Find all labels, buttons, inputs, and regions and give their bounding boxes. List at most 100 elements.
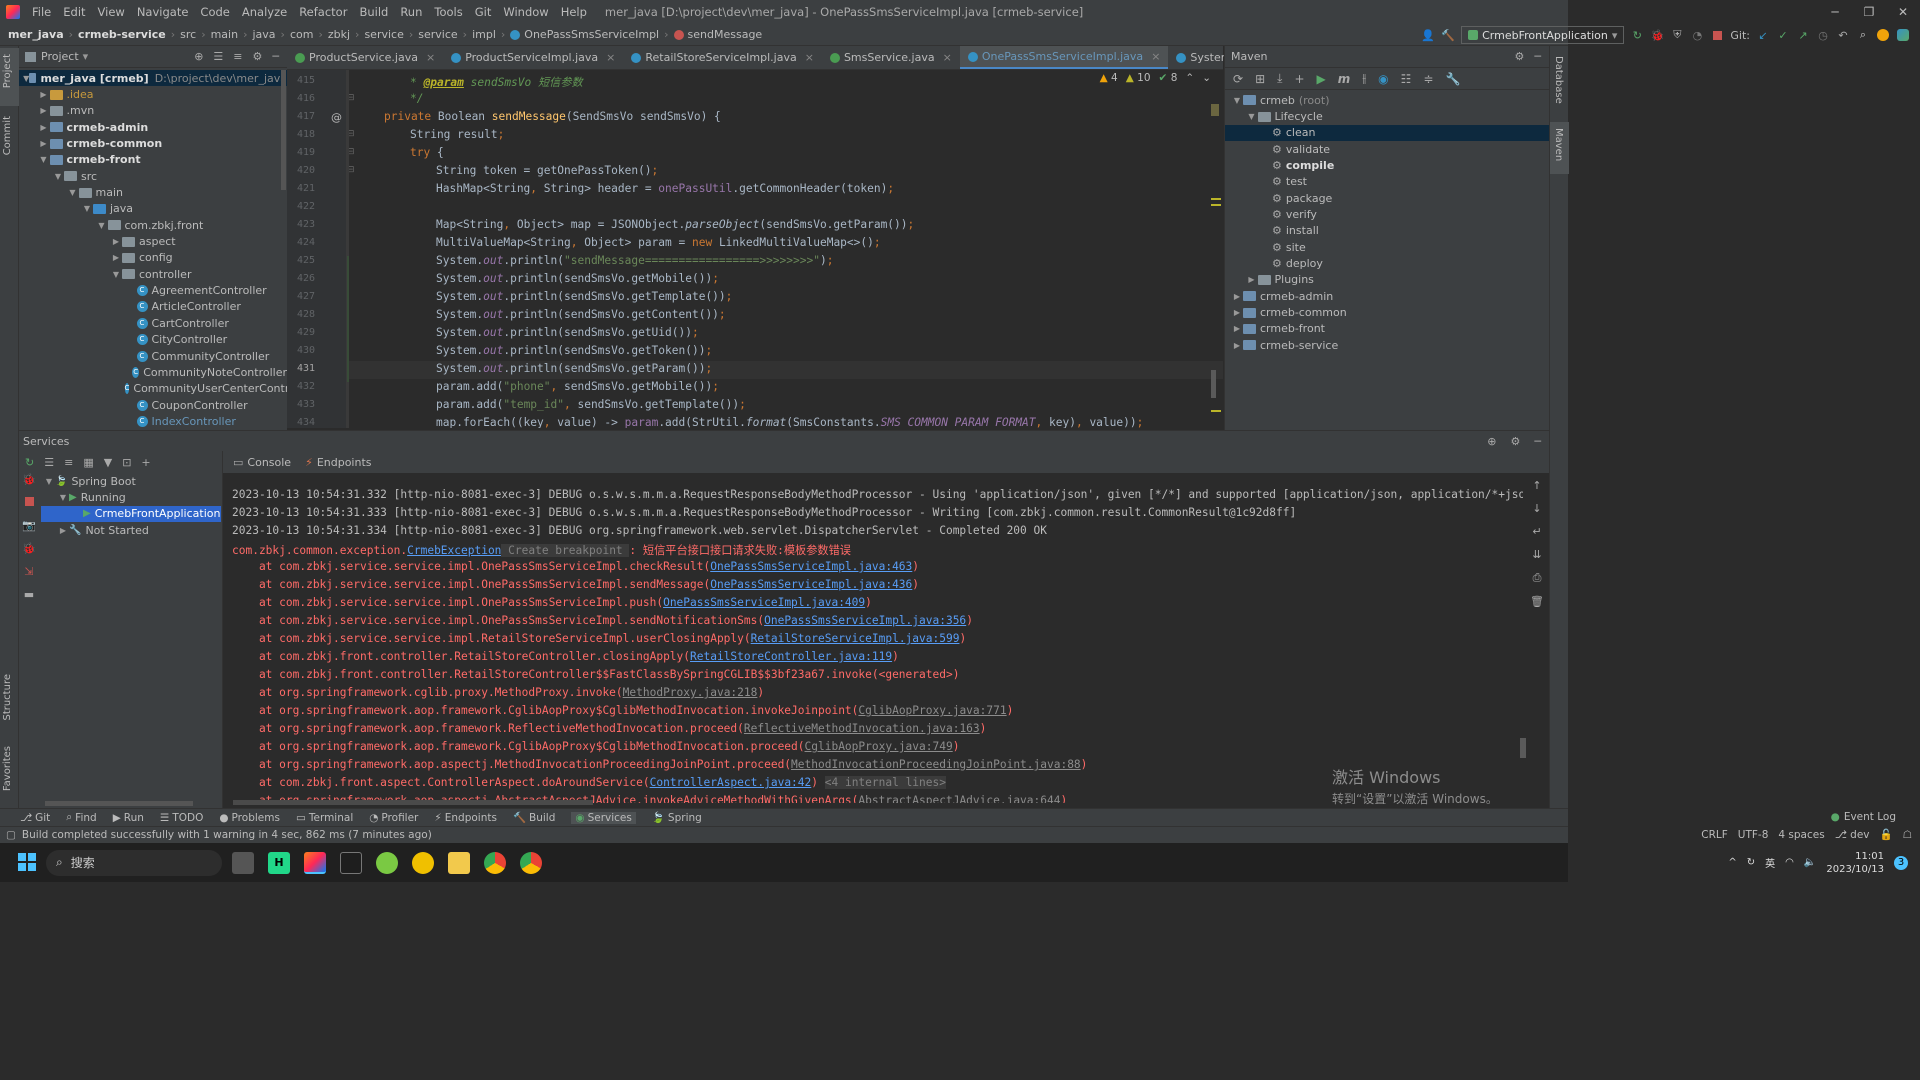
camera-icon[interactable]: 📷 <box>22 519 36 532</box>
maven-tool-tab[interactable]: Maven <box>1553 128 1564 161</box>
taskbar-search[interactable]: ⌕ 搜索 <box>46 849 222 876</box>
inspection-widget[interactable]: ▲ 4 ▲ 10 ✔ 8 ⌃ ⌄ <box>1100 72 1211 84</box>
skip-tests-icon[interactable]: ◉ <box>1378 72 1388 86</box>
volume-icon[interactable]: 🔈 <box>1804 857 1816 868</box>
git-update-icon[interactable]: ↙ <box>1756 28 1770 42</box>
source-link[interactable]: MethodProxy.java:218 <box>623 686 758 699</box>
chevron-right-icon[interactable]: ▶ <box>110 237 122 246</box>
tool-window-endpoints[interactable]: ⚡ Endpoints <box>434 812 497 824</box>
line-separator[interactable]: CRLF <box>1701 829 1728 841</box>
project-tree-item[interactable]: C IndexController <box>19 413 287 429</box>
breadcrumb-item[interactable]: main › <box>211 28 253 41</box>
gear-icon[interactable]: ⚙ <box>253 50 263 63</box>
source-link[interactable]: OnePassSmsServiceImpl.java:409 <box>663 596 865 609</box>
tool-window-profiler[interactable]: ◔ Profiler <box>369 812 418 824</box>
maven-tree-item[interactable]: ⚙ install <box>1225 223 1549 239</box>
gear-icon[interactable]: ⚙ <box>1511 435 1521 448</box>
show-dependencies-icon[interactable]: ☷ <box>1401 72 1412 86</box>
chevron-right-icon[interactable]: ▶ <box>110 253 122 262</box>
scrollbar[interactable] <box>1520 738 1526 758</box>
tool-window-find[interactable]: ⌕ Find <box>66 811 96 824</box>
close-icon[interactable]: × <box>1151 50 1160 63</box>
code-editor[interactable]: 415 416 417 418 419 420 421 422 423 424 425 426 427 4… <box>287 70 1223 428</box>
chevron-down-icon[interactable]: ▼ <box>52 172 64 181</box>
jetbrains-icon[interactable] <box>1896 28 1910 42</box>
tab-smsservice[interactable]: SmsService.java × <box>822 46 960 69</box>
chevron-right-icon[interactable]: ▶ <box>38 106 50 115</box>
tab-productserviceimpl[interactable]: ProductServiceImpl.java × <box>443 46 623 69</box>
status-square-icon[interactable]: ▢ <box>6 829 16 841</box>
project-tree-item[interactable]: ▼ main <box>19 184 287 200</box>
update-icon[interactable] <box>1876 28 1890 42</box>
rerun-icon[interactable]: ↻ <box>1630 28 1644 42</box>
favorites-tool-tab[interactable]: Favorites <box>2 746 13 791</box>
hide-icon[interactable]: ─ <box>1534 50 1541 63</box>
menu-tools[interactable]: Tools <box>428 5 468 19</box>
chevron-down-icon[interactable]: ▼ <box>96 221 108 230</box>
project-panel-title[interactable]: Project <box>41 50 79 63</box>
source-link[interactable]: RetailStoreServiceImpl.java:599 <box>751 632 960 645</box>
maven-tree-item[interactable]: ▶ crmeb-common <box>1225 304 1549 320</box>
project-tree-item[interactable]: ▼ controller <box>19 266 287 282</box>
locate-icon[interactable]: ⊕ <box>194 50 203 63</box>
tab-console[interactable]: ▭ Console <box>233 456 291 469</box>
minimize-icon[interactable]: ─ <box>1818 0 1852 24</box>
chevron-down-icon[interactable]: ▼ <box>57 493 69 502</box>
file-encoding[interactable]: UTF-8 <box>1738 829 1769 841</box>
stop-icon[interactable] <box>24 496 34 509</box>
menu-file[interactable]: File <box>26 5 57 19</box>
close-icon[interactable]: × <box>606 51 615 64</box>
chevron-down-icon[interactable]: ⌄ <box>1202 72 1211 84</box>
project-tree-item[interactable]: C CommunityController <box>19 348 287 364</box>
chevron-down-icon[interactable]: ▼ <box>38 155 50 164</box>
stop-icon[interactable] <box>1710 28 1724 42</box>
ime-icon[interactable]: 英 <box>1765 855 1775 870</box>
project-tree-item[interactable]: C CouponController <box>19 397 287 413</box>
terminal-icon[interactable] <box>340 851 362 874</box>
user-icon[interactable]: 👤 <box>1421 28 1435 42</box>
scroll-to-end-icon[interactable]: ⇊ <box>1532 548 1541 561</box>
maven-tree-item[interactable]: ▶ crmeb-front <box>1225 321 1549 337</box>
breadcrumb-item[interactable]: service › <box>364 28 418 41</box>
chevron-right-icon[interactable]: ▶ <box>38 123 50 132</box>
sync-icon[interactable]: ↻ <box>1747 857 1755 868</box>
chevron-right-icon[interactable]: ▶ <box>1231 292 1243 301</box>
breadcrumb-item[interactable]: crmeb-service › <box>78 28 180 41</box>
project-tree-item[interactable]: C CommunityUserCenterContr <box>19 381 289 397</box>
soft-wrap-icon[interactable]: ↵ <box>1532 525 1541 538</box>
history-icon[interactable]: ◷ <box>1816 28 1830 42</box>
maven-tree-item[interactable]: ⚙ package <box>1225 190 1549 206</box>
project-tree-item[interactable]: ▶ crmeb-common <box>19 135 287 151</box>
menu-help[interactable]: Help <box>555 5 593 19</box>
override-icon[interactable]: @ <box>331 111 342 124</box>
menu-analyze[interactable]: Analyze <box>236 5 293 19</box>
breadcrumb-item[interactable]: src › <box>180 28 210 41</box>
service-tree-item[interactable]: ▼ ▶ Running <box>41 489 221 505</box>
indent-setting[interactable]: 4 spaces <box>1778 829 1824 841</box>
tool-window-run[interactable]: ▶ Run <box>113 812 144 824</box>
chrome-icon[interactable] <box>484 851 506 874</box>
globe-icon[interactable]: ⊕ <box>1487 435 1496 448</box>
source-link[interactable]: OnePassSmsServiceImpl.java:436 <box>710 578 912 591</box>
add-service-icon[interactable]: + <box>141 456 150 469</box>
maven-tree-item[interactable]: ▼ Lifecycle <box>1225 108 1549 124</box>
project-tree-item[interactable]: C ArticleController <box>19 299 287 315</box>
run-icon[interactable]: ▶ <box>1317 72 1326 86</box>
tool-window-terminal[interactable]: ▭ Terminal <box>296 812 353 824</box>
project-tree-item[interactable]: ▼ java <box>19 201 287 217</box>
chrome-icon[interactable] <box>520 851 542 874</box>
project-tree-item[interactable]: ▶ config <box>19 250 287 266</box>
scrollbar[interactable] <box>45 801 193 806</box>
task-view-icon[interactable] <box>232 851 254 874</box>
tab-onepasssmsserviceimpl[interactable]: OnePassSmsServiceImpl.java × <box>959 46 1169 69</box>
menu-window[interactable]: Window <box>497 5 554 19</box>
breadcrumb-item[interactable]: zbkj › <box>328 28 365 41</box>
service-tree-item[interactable]: ▶ 🔧 Not Started <box>41 522 221 538</box>
add-folder-icon[interactable]: ⊞ <box>1255 72 1265 86</box>
hide-icon[interactable]: ─ <box>1534 435 1541 448</box>
chevron-right-icon[interactable]: ▶ <box>1231 308 1243 317</box>
notification-badge[interactable]: 3 <box>1894 855 1908 870</box>
chevron-up-icon[interactable]: ⌃ <box>1185 72 1194 84</box>
plus-icon[interactable]: + <box>1294 72 1304 86</box>
layout-icon[interactable]: ▬ <box>24 588 34 601</box>
